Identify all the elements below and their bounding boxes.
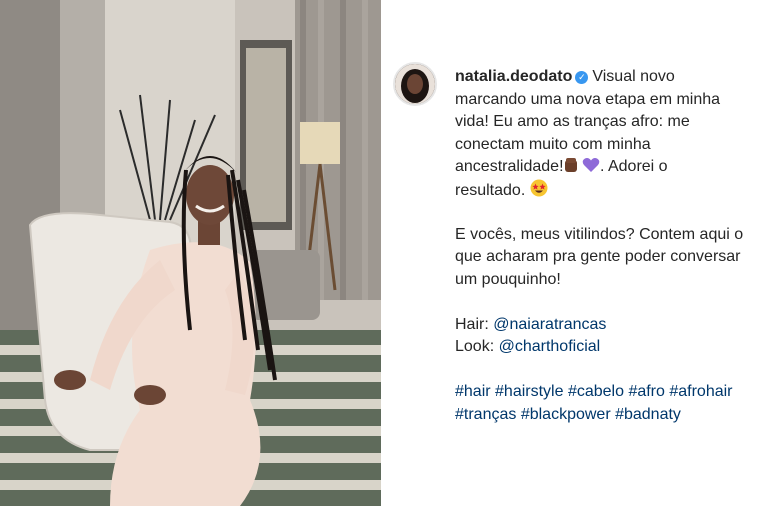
caption-line-6: resultado.: [455, 179, 762, 202]
mention-link[interactable]: @charthoficial: [499, 338, 601, 355]
caption-text: ancestralidade!: [455, 158, 564, 175]
purple-heart-icon: [582, 157, 600, 181]
credit-label: Hair:: [455, 315, 489, 333]
mention-link[interactable]: @naiaratrancas: [493, 316, 606, 333]
raised-fist-dark-skin-icon: [564, 157, 578, 181]
verified-badge-icon: ✓: [575, 71, 589, 84]
credit-label: Look:: [455, 338, 495, 355]
hashtag-line-1[interactable]: #hair #hairstyle #cabelo #afro #afrohair: [455, 381, 762, 404]
post-caption-panel: natalia.deodato ✓ Visual novo marcando uma…: [381, 0, 762, 506]
credit-hair: Hair: @naiaratrancas: [455, 314, 762, 337]
question-line-2: que acharam pra gente poder conversar: [455, 248, 741, 265]
post-photo: [0, 0, 381, 506]
question-line-3: um pouquinho!: [455, 270, 561, 288]
photo-illustration: [0, 0, 381, 506]
caption-text: resultado.: [455, 181, 526, 199]
hashtag-line-2[interactable]: #tranças #blackpower #badnaty: [455, 404, 762, 427]
caption-line-5: ancestralidade! . Adorei o: [455, 156, 762, 179]
star-struck-face-icon: [530, 179, 548, 205]
question-line-1: E vocês, meus vitilindos? Contem aqui o: [455, 225, 744, 243]
caption-line-1: natalia.deodato ✓ Visual novo: [455, 66, 762, 89]
credit-look: Look: @charthoficial: [455, 336, 762, 359]
username-link[interactable]: natalia.deodato: [455, 68, 572, 85]
caption-text: Visual novo: [592, 68, 675, 85]
profile-avatar[interactable]: [393, 62, 437, 106]
caption-line-4: conectam muito com minha: [455, 135, 651, 153]
caption-line-3: vida! Eu amo as tranças afro: me: [455, 113, 690, 130]
post-caption: natalia.deodato ✓ Visual novo marcando uma…: [455, 66, 762, 426]
caption-line-2: marcando uma nova etapa em minha: [455, 90, 721, 108]
avatar-image: [395, 64, 435, 104]
caption-text: . Adorei o: [599, 158, 668, 175]
